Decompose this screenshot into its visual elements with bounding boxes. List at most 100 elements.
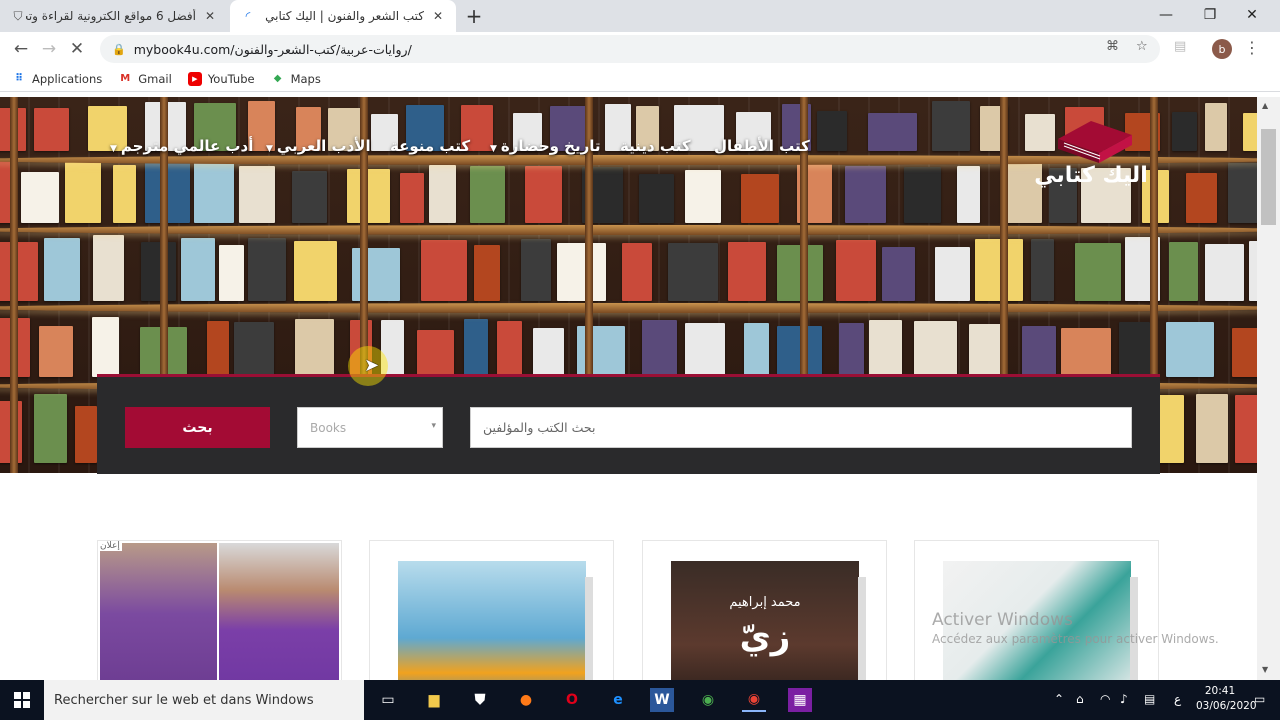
cover-title: زيّ — [739, 617, 791, 657]
star-icon[interactable]: ☆ — [1136, 39, 1148, 54]
back-arrow-icon[interactable]: ← — [8, 36, 34, 62]
activation-title: Activer Windows — [932, 610, 1073, 630]
tab-inactive[interactable]: ✕ أفضل 6 مواقع الكترونية لقراءة وتحم ⛉ — [0, 0, 228, 32]
tab-title: أفضل 6 مواقع الكترونية لقراءة وتحم — [26, 9, 196, 23]
firefox-icon[interactable]: ● — [514, 688, 538, 712]
nav-item-various-books[interactable]: كتب منوعة — [390, 137, 470, 155]
shelf-book — [1075, 243, 1121, 301]
tab-title: كتب الشعر والفنون | اليك كتابي — [265, 9, 424, 23]
shelf-book — [464, 319, 488, 377]
minimize-icon[interactable]: — — [1144, 0, 1188, 30]
shelf-book — [845, 166, 886, 223]
page-scrollbar[interactable]: ▲ ▼ — [1257, 97, 1280, 680]
input-language[interactable]: ع — [1174, 692, 1181, 706]
more-menu-icon[interactable]: ⋮ — [1244, 38, 1260, 57]
shelf-book — [1169, 242, 1198, 301]
book-card[interactable]: محمد إبراهيم زيّ — [642, 540, 887, 680]
cover-author: محمد إبراهيم — [729, 595, 801, 610]
main-navigation: كتب الأطفال كتب دينية ▼ تاريخ وحضارة كتب … — [100, 137, 810, 161]
nav-item-translated-literature[interactable]: ▼ أدب عالمي مترجم — [110, 137, 253, 155]
taskbar-clock[interactable]: 20:41 03/06/2020 — [1196, 684, 1257, 714]
video-editor-icon[interactable]: ▦ — [788, 688, 812, 712]
scroll-down-arrow-icon[interactable]: ▼ — [1262, 665, 1268, 674]
close-icon[interactable]: ✕ — [202, 8, 218, 24]
tab-active[interactable]: ✕ كتب الشعر والفنون | اليك كتابي ◜ — [230, 0, 456, 32]
shelf-book — [113, 165, 136, 223]
shelf-book — [219, 245, 244, 301]
store-icon[interactable]: ⛊ — [468, 688, 492, 712]
taskbar-search-input[interactable]: Rechercher sur le web et dans Windows — [44, 680, 364, 720]
volume-icon[interactable]: ♪ — [1120, 692, 1128, 706]
scroll-thumb[interactable] — [1261, 129, 1276, 225]
shelf-book — [685, 170, 721, 223]
site-logo[interactable]: اليك كتابي — [1028, 117, 1154, 193]
restore-icon[interactable]: ❐ — [1188, 0, 1232, 30]
ad-card[interactable]: إعلان — [97, 540, 342, 680]
maps-icon: ◆ — [273, 73, 282, 84]
address-bar[interactable]: 🔒 mybook4u.com/روايات-عربية/كتب-الشعر-وا… — [100, 35, 1160, 63]
file-explorer-icon[interactable]: ▆ — [422, 688, 446, 712]
chrome-icon[interactable]: ◉ — [696, 688, 720, 712]
extension-icon[interactable]: ▤ — [1174, 39, 1186, 54]
shelf-book — [0, 242, 38, 301]
bookmark-maps[interactable]: ◆ Maps — [271, 72, 321, 86]
avatar[interactable]: b — [1212, 39, 1232, 59]
plus-icon[interactable]: + — [462, 4, 486, 28]
nav-item-children-books[interactable]: كتب الأطفال — [714, 137, 810, 155]
bookmark-gmail[interactable]: M Gmail — [118, 72, 172, 86]
nav-item-religious-books[interactable]: كتب دينية — [620, 137, 691, 155]
nav-label: أدب عالمي مترجم — [120, 137, 254, 155]
search-panel: بحث Books ▾ بحث الكتب والمؤلفين — [97, 374, 1160, 474]
windows-taskbar: Rechercher sur le web et dans Windows ▭ … — [0, 680, 1280, 720]
shelf-book — [194, 162, 234, 223]
shelf-book — [839, 323, 864, 377]
book-cover-image: محمد إبراهيم زيّ — [671, 561, 859, 680]
nav-item-arabic-literature[interactable]: ▼ الأدب العربي — [266, 137, 371, 155]
shelf-book — [622, 243, 652, 301]
category-select[interactable]: Books ▾ — [297, 407, 443, 448]
shelf-book — [904, 167, 941, 223]
chrome-active-icon[interactable]: ◉ — [742, 688, 766, 712]
book-card[interactable] — [369, 540, 614, 680]
translate-icon[interactable]: ⌘ — [1106, 39, 1119, 54]
shelf-book — [1235, 395, 1257, 463]
mouse-cursor-icon: ➤ — [364, 355, 380, 376]
shelf-book — [1232, 328, 1257, 377]
forward-arrow-icon[interactable]: → — [36, 36, 62, 62]
shelf-book — [975, 239, 1023, 301]
notification-icon[interactable]: ▭ — [1254, 692, 1265, 706]
opera-icon[interactable]: O — [560, 688, 584, 712]
tray-expand-icon[interactable]: ⌃ — [1054, 692, 1064, 706]
scroll-up-arrow-icon[interactable]: ▲ — [1262, 101, 1268, 110]
task-view-icon[interactable]: ▭ — [376, 688, 400, 712]
bookmark-youtube[interactable]: ▶ YouTube — [187, 71, 255, 86]
shelf-book — [141, 242, 176, 301]
shelf-book — [39, 326, 73, 377]
ad-image-after — [219, 543, 339, 680]
shelf-book — [1166, 322, 1214, 377]
shelf-book — [639, 174, 674, 223]
shelf-book — [248, 238, 286, 301]
shelf-book — [935, 247, 970, 301]
edge-icon[interactable]: e — [606, 688, 630, 712]
shelf-book — [521, 239, 551, 301]
bookmark-applications[interactable]: ⠿ Applications — [12, 72, 102, 86]
keyboard-icon[interactable]: ▤ — [1144, 692, 1155, 706]
close-icon[interactable]: ✕ — [430, 8, 446, 24]
search-button[interactable]: بحث — [125, 407, 270, 448]
network-icon[interactable]: ⌂ — [1076, 692, 1084, 706]
chevron-down-icon: ▼ — [266, 144, 273, 154]
youtube-icon: ▶ — [187, 71, 202, 86]
close-window-icon[interactable]: ✕ — [1230, 0, 1274, 30]
word-icon[interactable]: W — [650, 688, 674, 712]
nav-item-history[interactable]: ▼ تاريخ وحضارة — [490, 137, 601, 155]
windows-start-icon[interactable] — [0, 680, 44, 720]
logo-text: اليك كتابي — [1034, 163, 1148, 188]
bookmark-label: Gmail — [138, 71, 172, 86]
stop-loading-icon[interactable]: ✕ — [64, 36, 90, 62]
shelf-book — [1031, 239, 1054, 301]
search-input[interactable]: بحث الكتب والمؤلفين — [470, 407, 1132, 448]
wifi-icon[interactable]: ◠ — [1100, 692, 1110, 706]
select-value: Books — [310, 420, 347, 435]
shelf-book — [421, 240, 467, 301]
